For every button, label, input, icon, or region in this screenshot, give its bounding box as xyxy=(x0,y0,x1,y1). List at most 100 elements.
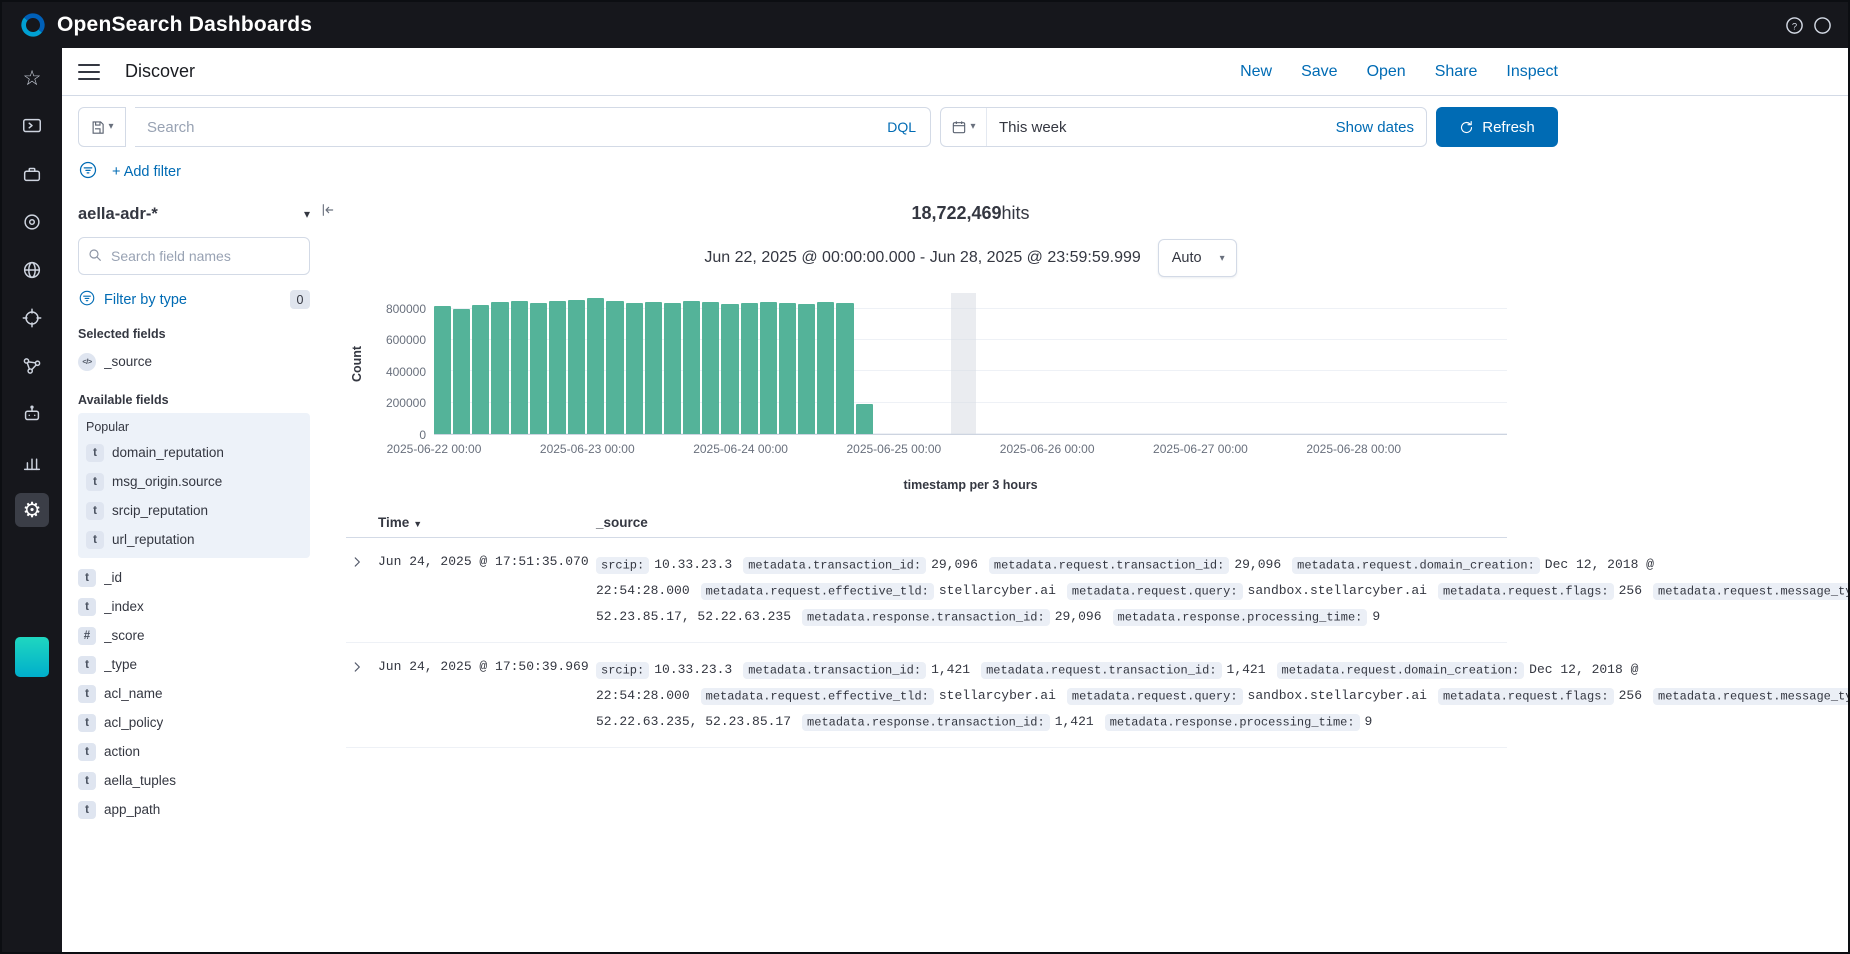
interval-select[interactable]: Auto ▾ xyxy=(1158,239,1237,277)
field-item-domain_reputation[interactable]: tdomain_reputation xyxy=(86,438,302,467)
histogram-bar[interactable] xyxy=(434,306,451,434)
field-item-srcip_reputation[interactable]: tsrcip_reputation xyxy=(86,496,302,525)
field-name: url_reputation xyxy=(112,532,195,547)
field-item-acl_name[interactable]: tacl_name xyxy=(78,679,310,708)
field-item-action[interactable]: taction xyxy=(78,737,310,766)
dql-language-button[interactable]: DQL xyxy=(885,119,918,135)
menu-icon[interactable] xyxy=(78,64,100,80)
current-time-band xyxy=(951,293,976,434)
histogram-bar[interactable] xyxy=(645,302,662,434)
search-control: DQL xyxy=(135,107,931,147)
field-key-badge: metadata.request.domain_creation: xyxy=(1292,557,1540,574)
histogram-bar[interactable] xyxy=(549,301,566,434)
histogram-bar[interactable] xyxy=(836,303,853,434)
field-item-_id[interactable]: t_id xyxy=(78,563,310,592)
collapse-fields-panel-button[interactable] xyxy=(316,199,340,223)
fields-panel: aella-adr-* ▾ Filter by type 0 S xyxy=(78,193,310,952)
field-key-badge: srcip: xyxy=(596,557,649,574)
histogram-bar[interactable] xyxy=(760,302,777,434)
target-icon[interactable] xyxy=(15,301,49,335)
y-tick-label: 800000 xyxy=(386,302,426,316)
briefcase-icon[interactable] xyxy=(15,157,49,191)
histogram-bar[interactable] xyxy=(798,304,815,434)
chevron-down-icon: ▾ xyxy=(970,122,975,132)
field-key-badge: metadata.response.transaction_id: xyxy=(802,609,1050,626)
field-key-badge: metadata.request.message_type: xyxy=(1653,583,1850,600)
console-icon[interactable] xyxy=(15,109,49,143)
stellar-cyber-logo[interactable] xyxy=(15,637,49,677)
field-item-_type[interactable]: t_type xyxy=(78,650,310,679)
saved-query-button[interactable]: ▾ xyxy=(78,107,126,147)
gear-icon[interactable]: ⚙ xyxy=(15,493,49,527)
histogram-bar[interactable] xyxy=(664,303,681,434)
histogram-bar[interactable] xyxy=(530,303,547,434)
histogram-bar[interactable] xyxy=(491,302,508,434)
doc-source-summary: srcip:10.33.23.3metadata.transaction_id:… xyxy=(596,657,1850,735)
histogram-bar[interactable] xyxy=(587,298,604,434)
index-pattern-name: aella-adr-* xyxy=(78,205,158,224)
calendar-button[interactable]: ▾ xyxy=(941,108,987,146)
field-item-_index[interactable]: t_index xyxy=(78,592,310,621)
index-pattern-selector[interactable]: aella-adr-* ▾ xyxy=(78,195,310,233)
action-new-button[interactable]: New xyxy=(1240,63,1272,81)
time-range-display[interactable]: This week Show dates xyxy=(987,119,1426,136)
field-name: _source xyxy=(104,354,152,369)
field-name: msg_origin.source xyxy=(112,474,222,489)
histogram-bar[interactable] xyxy=(702,302,719,434)
histogram-bar[interactable] xyxy=(626,303,643,434)
histogram-bar[interactable] xyxy=(741,303,758,434)
field-search-input[interactable] xyxy=(78,237,310,275)
field-value: 256 xyxy=(1619,688,1642,703)
field-item-_score[interactable]: #_score xyxy=(78,621,310,650)
expand-row-button[interactable] xyxy=(346,552,368,574)
opensearch-logo-icon[interactable] xyxy=(19,11,47,39)
histogram-bar[interactable] xyxy=(779,303,796,434)
filter-by-type[interactable]: Filter by type 0 xyxy=(78,289,310,310)
add-filter-button[interactable]: + Add filter xyxy=(112,164,181,180)
field-item-msg_origin.source[interactable]: tmsg_origin.source xyxy=(86,467,302,496)
theme-icon[interactable] xyxy=(1813,16,1832,35)
action-share-button[interactable]: Share xyxy=(1435,63,1478,81)
filter-icon[interactable] xyxy=(78,160,98,183)
histogram-bar[interactable] xyxy=(683,301,700,434)
search-input[interactable] xyxy=(147,119,885,136)
action-save-button[interactable]: Save xyxy=(1301,63,1337,81)
field-item-url_reputation[interactable]: t url_reputation xyxy=(86,525,302,554)
globe-icon[interactable] xyxy=(15,253,49,287)
field-item-app_path[interactable]: tapp_path xyxy=(78,795,310,824)
field-type-icon: t xyxy=(78,772,96,790)
histogram-bar[interactable] xyxy=(817,302,834,434)
field-type-icon: t xyxy=(86,502,104,520)
field-value: 10.33.23.3 xyxy=(654,557,732,572)
calendar-icon xyxy=(951,119,967,135)
histogram-bar[interactable] xyxy=(856,404,873,434)
rings-icon[interactable] xyxy=(15,205,49,239)
histogram-bar[interactable] xyxy=(511,301,528,434)
field-type-icon: </> xyxy=(78,353,96,371)
field-value: 9 xyxy=(1365,714,1373,729)
action-open-button[interactable]: Open xyxy=(1367,63,1406,81)
histogram-bar[interactable] xyxy=(606,301,623,434)
histogram-bar[interactable] xyxy=(472,305,489,434)
field-item-_source[interactable]: </> _source xyxy=(78,347,310,376)
network-icon[interactable] xyxy=(15,349,49,383)
time-column-header[interactable]: Time▼ xyxy=(378,515,596,530)
app-icon-rail: ☆ ⚙ xyxy=(2,48,62,952)
bot-icon[interactable] xyxy=(15,397,49,431)
histogram-bar[interactable] xyxy=(453,309,470,434)
histogram-bar[interactable] xyxy=(721,304,738,435)
refresh-button[interactable]: Refresh xyxy=(1436,107,1558,147)
bar-chart-icon[interactable] xyxy=(15,445,49,479)
svg-text:?: ? xyxy=(1792,21,1797,32)
field-type-icon: t xyxy=(86,531,104,549)
help-icon[interactable]: ? xyxy=(1785,16,1804,35)
show-dates-button[interactable]: Show dates xyxy=(1336,119,1414,136)
field-key-badge: metadata.request.transaction_id: xyxy=(981,662,1221,679)
star-icon[interactable]: ☆ xyxy=(15,61,49,95)
expand-row-button[interactable] xyxy=(346,657,368,679)
field-item-acl_policy[interactable]: tacl_policy xyxy=(78,708,310,737)
histogram-bar[interactable] xyxy=(568,300,585,434)
field-key-badge: metadata.request.transaction_id: xyxy=(989,557,1229,574)
field-item-aella_tuples[interactable]: taella_tuples xyxy=(78,766,310,795)
action-inspect-button[interactable]: Inspect xyxy=(1506,63,1558,81)
